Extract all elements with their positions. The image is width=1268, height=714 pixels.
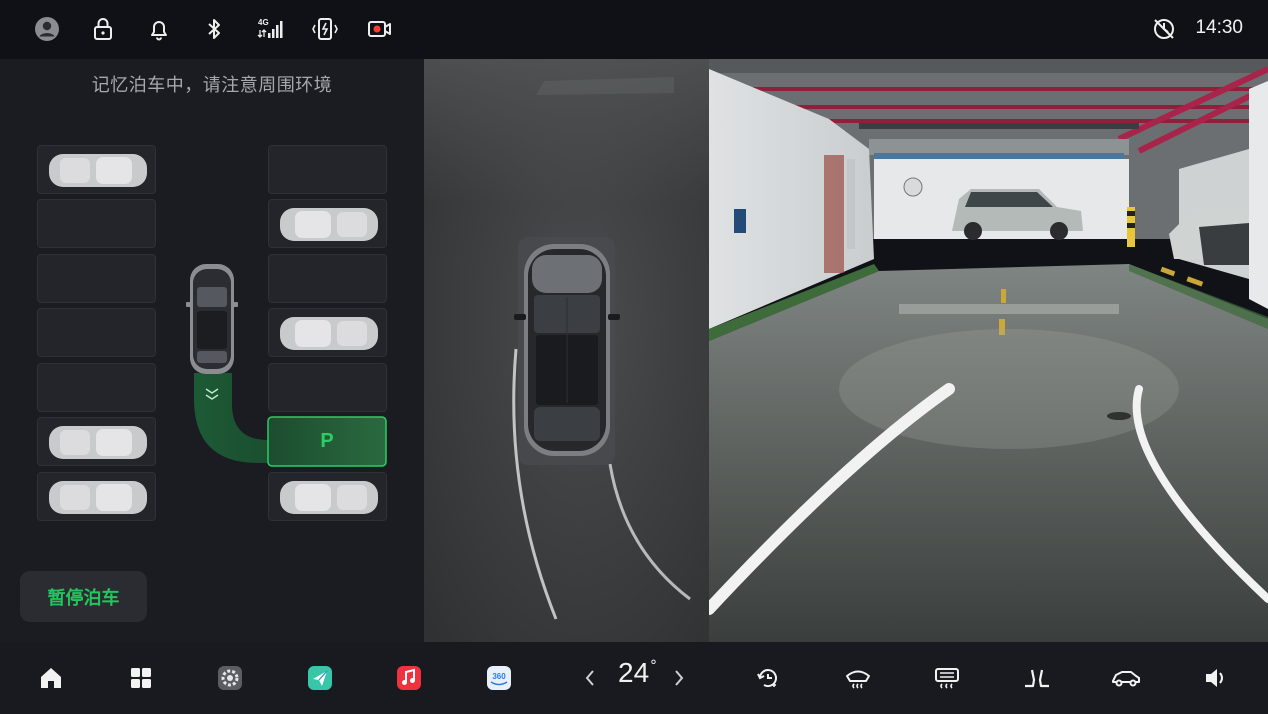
lock-icon[interactable]: [89, 15, 117, 43]
status-bar: 4G 14:30: [0, 0, 1268, 59]
seat-heating-icon[interactable]: [1019, 660, 1055, 696]
temperature-up-button[interactable]: [661, 660, 697, 696]
front-defrost-icon[interactable]: [840, 660, 876, 696]
clock: 14:30: [1195, 17, 1243, 38]
front-camera-view: [709, 59, 1268, 642]
home-icon[interactable]: [33, 660, 69, 696]
front-camera-image: [709, 59, 1268, 642]
birds-eye-image: [424, 59, 709, 642]
pause-parking-button[interactable]: 暂停泊车: [20, 571, 147, 622]
ego-car-topdown-icon: [514, 244, 620, 456]
bell-icon[interactable]: [145, 15, 173, 43]
birds-eye-view: [424, 59, 709, 642]
svg-text:360: 360: [492, 672, 506, 681]
parking-map-panel: 记忆泊车中，请注意周围环境 P 暂停泊车: [0, 59, 424, 642]
temperature-down-button[interactable]: [572, 660, 608, 696]
parking-route: [186, 264, 387, 467]
network-label: 4G: [258, 18, 269, 27]
navigation-app-icon[interactable]: [302, 660, 338, 696]
vibrate-icon[interactable]: [311, 15, 339, 43]
dashcam-record-icon[interactable]: [366, 15, 394, 43]
avatar-icon[interactable]: [33, 15, 61, 43]
apps-grid-icon[interactable]: [123, 660, 159, 696]
ego-car-icon: [186, 264, 238, 374]
camera-360-app-icon[interactable]: 360: [481, 660, 517, 696]
settings-app-icon[interactable]: [212, 660, 248, 696]
do-not-disturb-icon[interactable]: [1150, 15, 1178, 43]
volume-icon[interactable]: [1198, 660, 1234, 696]
temperature-degree: °: [650, 658, 657, 674]
air-recirculation-icon[interactable]: [750, 660, 786, 696]
target-slot-label: P: [320, 430, 334, 452]
signal-4g-icon: 4G: [256, 15, 284, 43]
vehicle-icon[interactable]: [1108, 660, 1144, 696]
bluetooth-icon[interactable]: [200, 15, 228, 43]
car-head-unit: 4G 14:30 记忆泊车中，请注意周围环境 P 暂停泊车 360 24 °: [0, 0, 1268, 714]
temperature-value: 24: [618, 657, 650, 688]
bottom-dock: 360 24 °: [0, 642, 1268, 714]
rear-defrost-icon[interactable]: [929, 660, 965, 696]
music-app-icon[interactable]: [391, 660, 427, 696]
